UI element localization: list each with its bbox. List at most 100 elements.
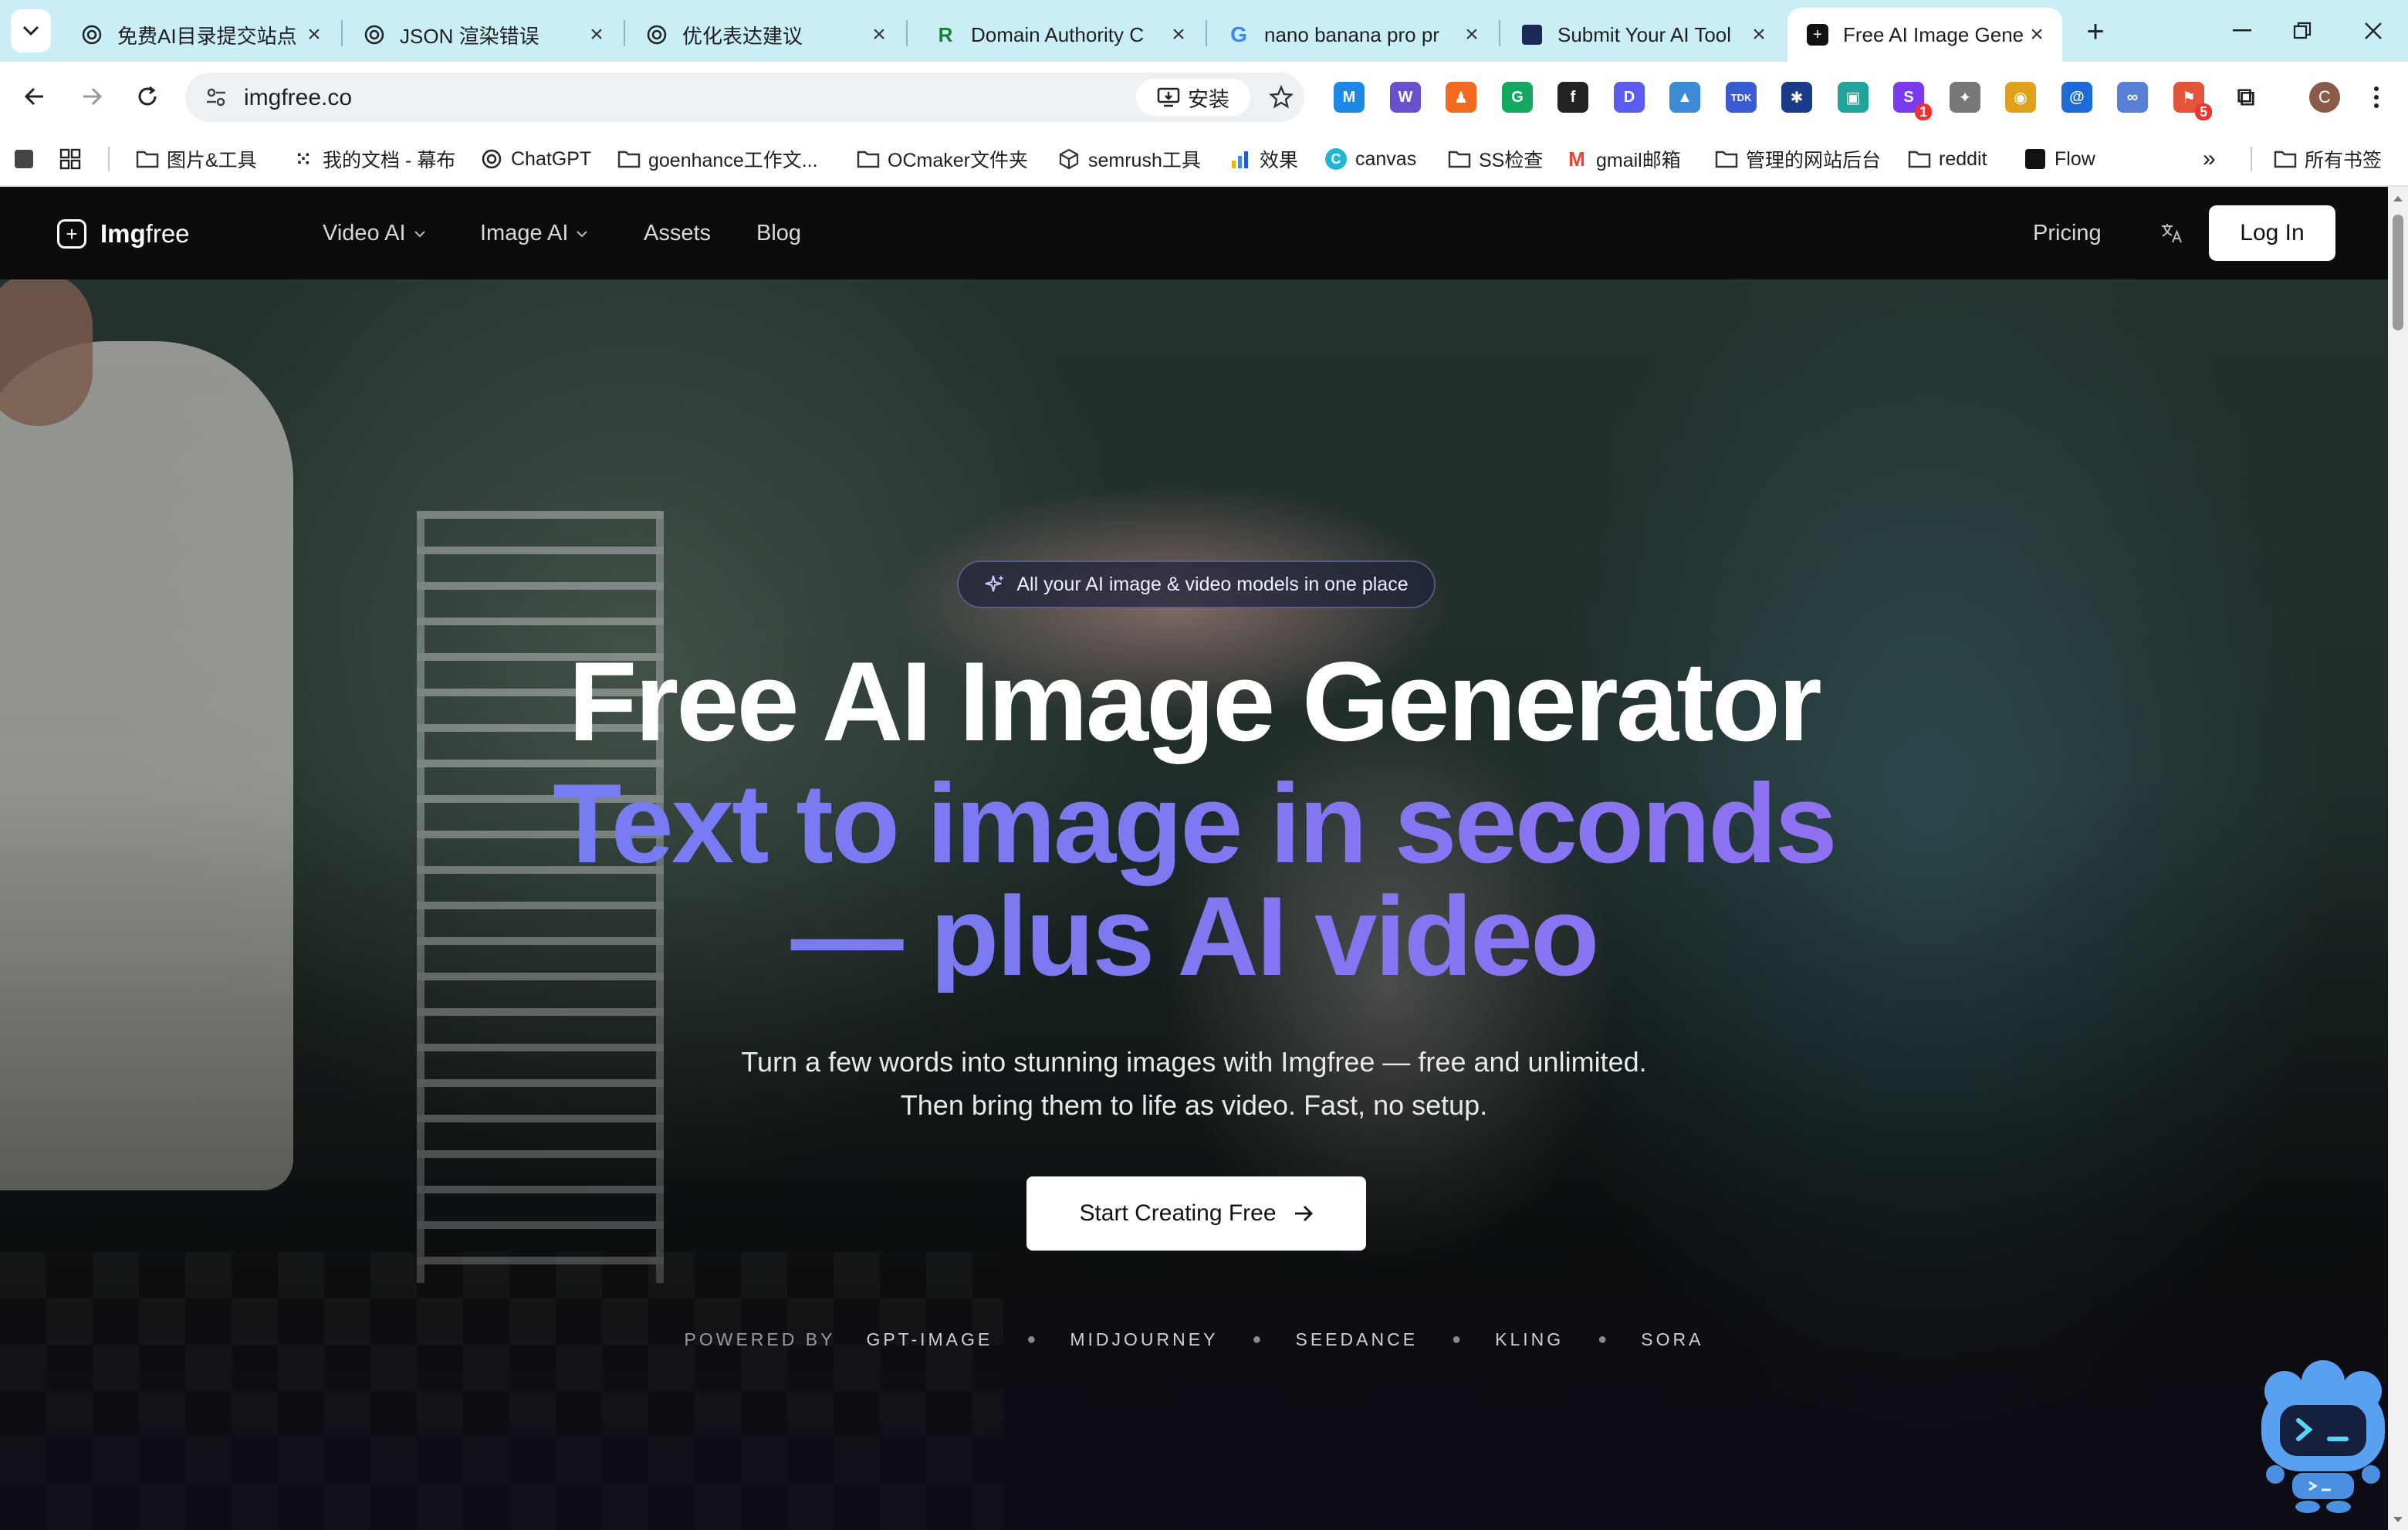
hero-subheadline-line-2: — plus AI video: [790, 873, 1598, 999]
minimize-button[interactable]: [2207, 8, 2277, 54]
powered-by-label: POWERED BY: [684, 1329, 836, 1349]
tab-2[interactable]: JSON 渲染错误 ×: [344, 8, 622, 62]
language-button[interactable]: [2156, 218, 2187, 249]
close-icon[interactable]: ×: [303, 22, 326, 47]
model-name: GPT-IMAGE: [866, 1329, 993, 1349]
nav-pricing[interactable]: Pricing: [2033, 221, 2102, 246]
bookmark-item[interactable]: reddit: [1908, 142, 1987, 176]
grammarly-icon[interactable]: G: [1502, 82, 1533, 113]
chat-assistant-robot-icon[interactable]: [2254, 1360, 2388, 1515]
scroll-down-arrow-icon[interactable]: [2391, 1513, 2405, 1527]
bookmark-item[interactable]: 图片&工具: [136, 142, 257, 176]
tab-search-button[interactable]: [11, 9, 51, 52]
plus-icon: +: [2086, 14, 2105, 49]
m-icon[interactable]: M: [1334, 82, 1365, 113]
tab-active[interactable]: + Free AI Image Gene ×: [1787, 8, 2062, 62]
bookmark-label: ChatGPT: [511, 147, 592, 170]
chart-icon: [1229, 147, 1252, 171]
page-viewport: + Imgfree Video AI Image AI Assets Blog …: [0, 187, 2388, 1530]
bookmark-item[interactable]: semrush工具: [1057, 142, 1201, 176]
url-text[interactable]: imgfree.co: [244, 85, 352, 111]
install-app-button[interactable]: 安装: [1136, 79, 1250, 116]
red-ext-icon[interactable]: ⚑ 5: [2173, 82, 2212, 120]
imgfree-logo-icon[interactable]: +: [57, 219, 86, 249]
d-icon[interactable]: D: [1614, 82, 1645, 113]
tab-3[interactable]: 优化表达建议 ×: [627, 8, 905, 62]
openai-icon: [480, 147, 503, 171]
bookmark-label: 效果: [1260, 150, 1299, 171]
seo-icon[interactable]: @: [2061, 82, 2092, 113]
w-icon[interactable]: W: [1390, 82, 1421, 113]
bookmark-item[interactable]: 效果: [1229, 142, 1298, 176]
login-button[interactable]: Log In: [2209, 205, 2335, 261]
start-creating-button[interactable]: Start Creating Free: [1026, 1176, 1366, 1251]
browser-menu-button[interactable]: [2365, 82, 2388, 113]
profile-avatar[interactable]: C: [2309, 82, 2340, 113]
bookmark-star-button[interactable]: [1264, 80, 1298, 114]
nav-video-ai[interactable]: Video AI: [323, 221, 426, 246]
scroll-thumb[interactable]: [2393, 215, 2403, 330]
chart-icon[interactable]: ▲: [1669, 82, 1700, 113]
arrow-left-icon: [24, 87, 43, 106]
bookmark-item[interactable]: OCmaker文件夹: [857, 142, 1028, 176]
close-icon[interactable]: ×: [1167, 22, 1190, 47]
forward-button[interactable]: [73, 77, 111, 116]
close-icon[interactable]: ×: [867, 22, 891, 47]
globe-icon[interactable]: ✱: [1781, 82, 1812, 113]
folder-icon: [1908, 147, 1931, 171]
bookmarks-overflow-button[interactable]: »: [2203, 142, 2216, 176]
address-bar[interactable]: imgfree.co 安装: [185, 73, 1304, 122]
logo-light: free: [145, 219, 190, 248]
close-icon[interactable]: ×: [585, 22, 608, 47]
bookmark-item[interactable]: SS检查: [1448, 142, 1543, 176]
nav-blog[interactable]: Blog: [756, 221, 801, 246]
puzzle-piece-icon[interactable]: ✦: [1950, 82, 1980, 113]
model-name: MIDJOURNEY: [1070, 1329, 1219, 1349]
bookmark-item[interactable]: 管理的网站后台: [1715, 142, 1881, 176]
bookmark-item[interactable]: Mgmail邮箱: [1565, 142, 1681, 176]
close-icon[interactable]: ×: [1747, 22, 1770, 47]
page-scrollbar[interactable]: [2388, 187, 2408, 1530]
tdk-icon[interactable]: TDK: [1726, 82, 1757, 113]
tab-5[interactable]: G nano banana pro pr ×: [1209, 8, 1497, 62]
tab-title: nano banana pro pr: [1264, 22, 1439, 46]
restore-button[interactable]: [2268, 8, 2337, 54]
close-window-button[interactable]: [2339, 8, 2408, 54]
mubu-icon: ⁙: [295, 148, 312, 170]
link-icon[interactable]: ∞: [2117, 82, 2148, 113]
s-icon[interactable]: S1: [1893, 82, 1932, 120]
bookmark-label: semrush工具: [1088, 150, 1201, 171]
back-button[interactable]: [15, 77, 54, 116]
apps-button[interactable]: [59, 142, 90, 176]
bookmark-item[interactable]: ⁙ 我的文档 - 幕布: [292, 142, 455, 176]
tab-title: Free AI Image Gene: [1843, 22, 2024, 46]
install-monitor-icon: [1157, 87, 1180, 107]
nav-assets[interactable]: Assets: [644, 221, 711, 246]
bookmark-item[interactable]: ChatGPT: [480, 142, 591, 176]
site-logo[interactable]: Imgfree: [100, 219, 190, 249]
tv-icon[interactable]: ▣: [1838, 82, 1869, 113]
tab-4[interactable]: R Domain Authority C ×: [915, 8, 1204, 62]
color-wheel-icon[interactable]: ◉: [2005, 82, 2036, 113]
chevron-down-icon: [577, 230, 588, 237]
new-tab-button[interactable]: +: [2076, 12, 2115, 51]
close-icon[interactable]: ×: [1460, 22, 1483, 47]
translate-icon: [2162, 224, 2182, 243]
restore-icon: [2293, 22, 2312, 39]
bookmark-item[interactable]: Ccanvas: [1324, 142, 1416, 176]
nav-image-ai[interactable]: Image AI: [480, 221, 588, 246]
tab-6[interactable]: Submit Your AI Tool ×: [1502, 8, 1784, 62]
bookmark-item[interactable]: Flow: [2024, 142, 2095, 176]
tab-1[interactable]: 免费AI目录提交站点 ×: [62, 8, 340, 62]
close-icon[interactable]: ×: [2025, 22, 2048, 47]
formula-icon[interactable]: f: [1557, 82, 1588, 113]
reload-button[interactable]: [128, 77, 167, 116]
extensions-menu-button[interactable]: ⧉: [2230, 82, 2261, 113]
all-bookmarks-button[interactable]: 所有书签: [2274, 142, 2382, 176]
tab-separator: [1499, 20, 1500, 46]
bookmark-item[interactable]: goenhance工作文...: [617, 142, 818, 176]
site-info-icon[interactable]: [202, 83, 230, 111]
scroll-up-arrow-icon[interactable]: [2391, 191, 2405, 205]
chess-icon[interactable]: ♟: [1446, 82, 1476, 113]
bookmark-pinned-1[interactable]: [12, 142, 43, 176]
